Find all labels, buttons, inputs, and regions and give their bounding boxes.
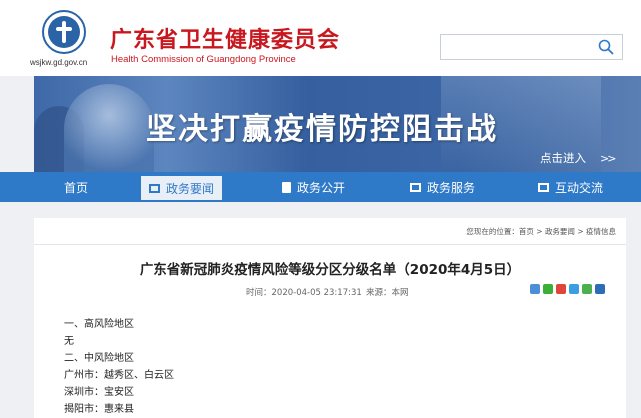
- campaign-banner[interactable]: 坚决打赢疫情防控阻击战 点击进入 >>: [34, 76, 641, 172]
- banner-medical-worker-image: [64, 84, 154, 172]
- wechat-icon[interactable]: [543, 284, 553, 294]
- share-bar: [530, 284, 605, 294]
- nav-item-label: 政务要闻: [166, 181, 215, 196]
- article-source: 来源：本网: [366, 286, 409, 298]
- nav-item-interaction[interactable]: 互动交流: [538, 172, 603, 202]
- nav-item-label: 首页: [64, 180, 89, 195]
- site-domain: wsjkw.gd.gov.cn: [30, 58, 88, 67]
- banner-slogan: 坚决打赢疫情防控阻击战: [146, 112, 498, 147]
- service-icon: [410, 182, 421, 192]
- breadcrumb-level2[interactable]: 疫情信息: [586, 227, 616, 236]
- document-icon: [282, 181, 291, 193]
- tencent-weibo-icon[interactable]: [569, 284, 579, 294]
- cross-emblem-icon: [48, 16, 80, 48]
- search-icon[interactable]: [598, 39, 614, 55]
- breadcrumb-prefix: 您现在的位置：: [466, 227, 519, 236]
- search-input[interactable]: [441, 35, 591, 59]
- source-label: 来源：: [366, 288, 392, 298]
- body-line: 深圳市：宝安区: [64, 387, 134, 398]
- qzone-icon[interactable]: [530, 284, 540, 294]
- nav-item-label: 政务服务: [427, 180, 476, 195]
- renren-icon[interactable]: [595, 284, 605, 294]
- nav-item-label: 互动交流: [555, 180, 604, 195]
- site-header: wsjkw.gd.gov.cn 广东省卫生健康委员会 Health Commis…: [0, 0, 641, 76]
- weibo-icon[interactable]: [556, 284, 566, 294]
- search-box: [440, 34, 623, 60]
- nav-item-service[interactable]: 政务服务: [410, 172, 475, 202]
- chat-icon: [538, 182, 549, 192]
- time-label: 时间：: [246, 288, 272, 298]
- divider: [34, 244, 626, 245]
- article-card: 您现在的位置：首页 > 政务要闻 > 疫情信息 广东省新冠肺炎疫情风险等级分区分…: [34, 218, 626, 418]
- nav-item-public[interactable]: 政务公开: [282, 172, 345, 202]
- nav-item-news[interactable]: 政务要闻: [141, 176, 223, 200]
- body-line: 无: [64, 336, 74, 347]
- breadcrumb-home[interactable]: 首页: [519, 227, 534, 236]
- breadcrumb: 您现在的位置：首页 > 政务要闻 > 疫情信息: [466, 226, 616, 237]
- body-line: 一、高风险地区: [64, 319, 134, 330]
- body-line: 揭阳市：惠来县: [64, 404, 134, 415]
- body-line: 广州市：越秀区、白云区: [64, 370, 174, 381]
- double-chevron-right-icon[interactable]: >>: [600, 152, 617, 165]
- article-title: 广东省新冠肺炎疫情风险等级分区分级名单（2020年4月5日）: [139, 262, 521, 278]
- banner-enter-link[interactable]: 点击进入: [540, 150, 586, 166]
- breadcrumb-separator: >: [574, 227, 586, 236]
- douban-icon[interactable]: [582, 284, 592, 294]
- article-body: 一、高风险地区 无 二、中风险地区 广州市：越秀区、白云区 深圳市：宝安区 揭阳…: [64, 316, 174, 418]
- source-value: 本网: [391, 288, 409, 298]
- site-title[interactable]: 广东省卫生健康委员会: [110, 22, 340, 54]
- site-logo[interactable]: [42, 10, 86, 54]
- news-icon: [149, 183, 160, 193]
- breadcrumb-level1[interactable]: 政务要闻: [545, 227, 575, 236]
- nav-item-label: 政务公开: [297, 180, 346, 195]
- body-line: 二、中风险地区: [64, 353, 134, 364]
- article-time: 时间：2020-04-05 23:17:31: [246, 286, 362, 298]
- breadcrumb-separator: >: [533, 227, 545, 236]
- time-value: 2020-04-05 23:17:31: [271, 288, 362, 298]
- nav-item-home[interactable]: 首页: [64, 172, 88, 202]
- site-subtitle: Health Commission of Guangdong Province: [111, 54, 296, 65]
- main-nav: 首页 政务要闻 政务公开 政务服务 互动交流: [0, 172, 641, 202]
